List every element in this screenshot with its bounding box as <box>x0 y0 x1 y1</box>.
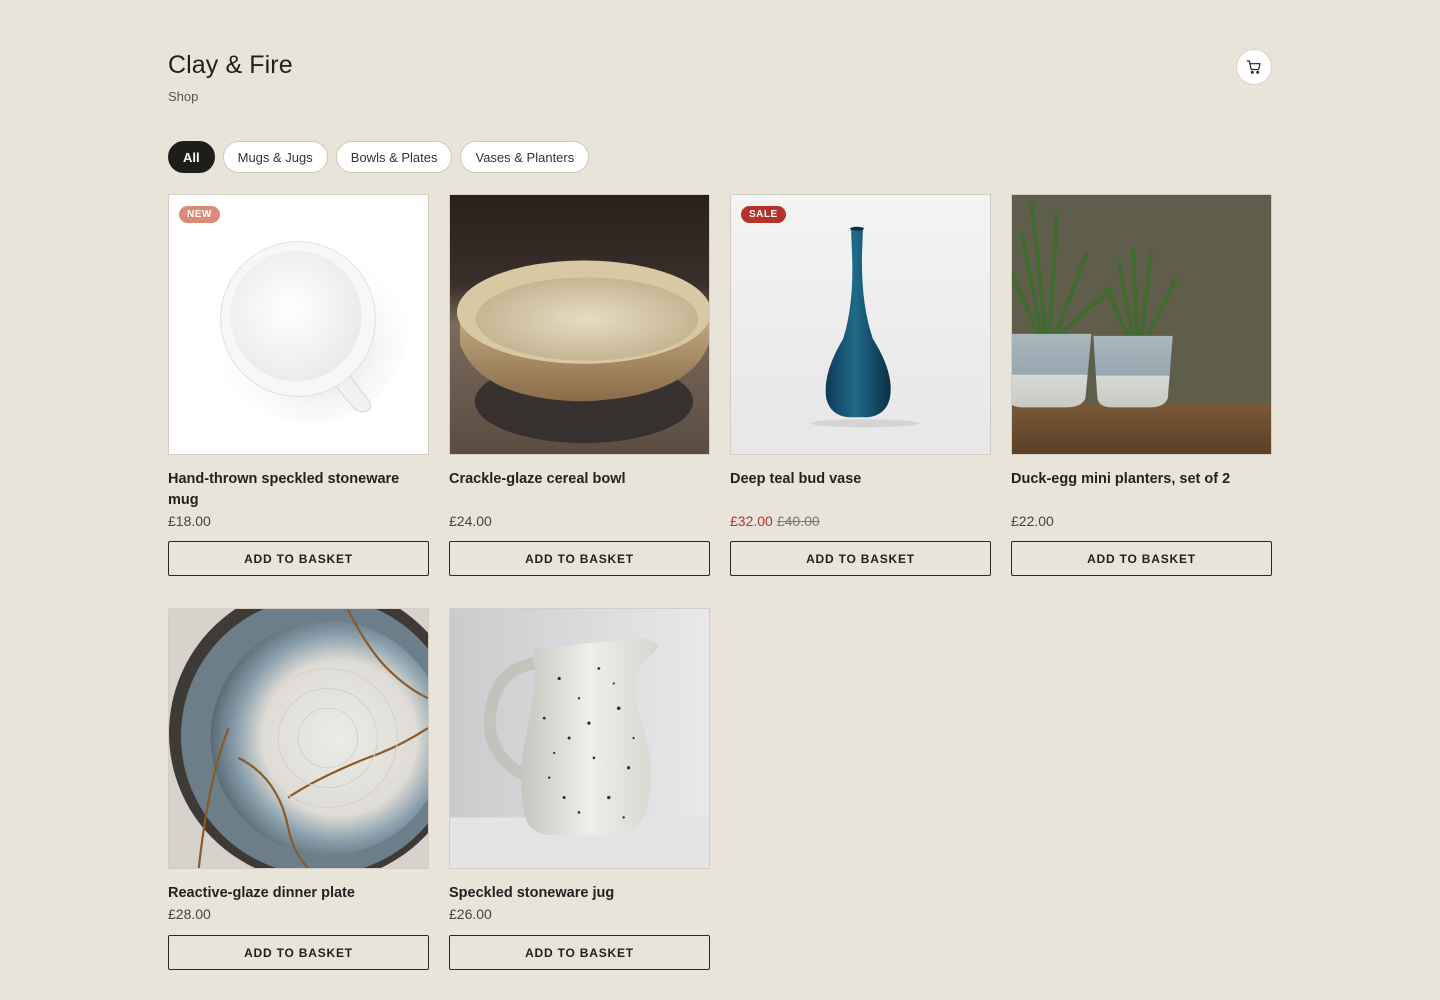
product-card: NEW Hand-thrown speckled stoneware mug £… <box>168 194 429 576</box>
cart-button[interactable] <box>1236 49 1272 85</box>
new-badge: NEW <box>179 206 220 223</box>
filter-vases-planters[interactable]: Vases & Planters <box>460 141 590 173</box>
site-header: Clay & Fire Shop <box>168 48 1272 108</box>
add-to-basket-button[interactable]: ADD TO BASKET <box>1011 541 1272 576</box>
add-to-basket-button[interactable]: ADD TO BASKET <box>168 541 429 576</box>
product-card: SALE Deep teal bud vase £32.00 £40.00 ADD… <box>730 194 991 576</box>
product-price-row: £32.00 £40.00 <box>730 513 820 529</box>
product-name[interactable]: Crackle-glaze cereal bowl <box>449 469 710 490</box>
planters-image <box>1012 195 1271 454</box>
product-name[interactable]: Hand-thrown speckled stoneware mug <box>168 469 429 511</box>
page-subtitle: Shop <box>168 89 199 104</box>
product-price-row: £24.00 <box>449 513 492 529</box>
product-price-row: £22.00 <box>1011 513 1054 529</box>
product-price-row: £28.00 <box>168 906 211 922</box>
add-to-basket-button[interactable]: ADD TO BASKET <box>449 935 710 970</box>
sale-price: £32.00 <box>730 513 773 529</box>
product-name[interactable]: Deep teal bud vase <box>730 469 991 490</box>
product-price-row: £18.00 <box>168 513 211 529</box>
filter-bowls-plates[interactable]: Bowls & Plates <box>335 141 453 173</box>
product-price: £22.00 <box>1011 513 1054 529</box>
speckled-jug-image <box>450 609 709 868</box>
white-mug-image <box>169 195 428 454</box>
product-price-row: £26.00 <box>449 906 492 922</box>
product-price: £18.00 <box>168 513 211 529</box>
add-to-basket-button[interactable]: ADD TO BASKET <box>168 935 429 970</box>
filter-mugs-jugs[interactable]: Mugs & Jugs <box>222 141 328 173</box>
product-card: Reactive-glaze dinner plate £28.00 ADD T… <box>168 608 429 970</box>
category-filters: All Mugs & Jugs Bowls & Plates Vases & P… <box>168 141 590 173</box>
product-price: £28.00 <box>168 906 211 922</box>
product-card: Duck-egg mini planters, set of 2 £22.00 … <box>1011 194 1272 576</box>
product-image[interactable] <box>1011 194 1272 455</box>
filter-all[interactable]: All <box>168 141 215 173</box>
original-price: £40.00 <box>776 513 820 529</box>
add-to-basket-button[interactable]: ADD TO BASKET <box>730 541 991 576</box>
add-to-basket-button[interactable]: ADD TO BASKET <box>449 541 710 576</box>
product-image[interactable] <box>168 608 429 869</box>
product-name[interactable]: Duck-egg mini planters, set of 2 <box>1011 469 1272 490</box>
product-name[interactable]: Speckled stoneware jug <box>449 883 710 904</box>
glazed-plate-image <box>169 609 428 868</box>
product-name[interactable]: Reactive-glaze dinner plate <box>168 883 429 904</box>
product-card: Speckled stoneware jug £26.00 ADD TO BAS… <box>449 608 710 970</box>
cream-bowl-image <box>450 195 709 454</box>
product-image[interactable] <box>449 194 710 455</box>
product-price: £24.00 <box>449 513 492 529</box>
sale-badge: SALE <box>741 206 786 223</box>
cart-icon <box>1246 60 1261 74</box>
product-card: Crackle-glaze cereal bowl £24.00 ADD TO … <box>449 194 710 576</box>
product-price: £26.00 <box>449 906 492 922</box>
teal-vase-image <box>731 195 990 454</box>
product-image[interactable] <box>449 608 710 869</box>
product-image[interactable]: SALE <box>730 194 991 455</box>
brand-title: Clay & Fire <box>168 51 293 79</box>
product-image[interactable]: NEW <box>168 194 429 455</box>
